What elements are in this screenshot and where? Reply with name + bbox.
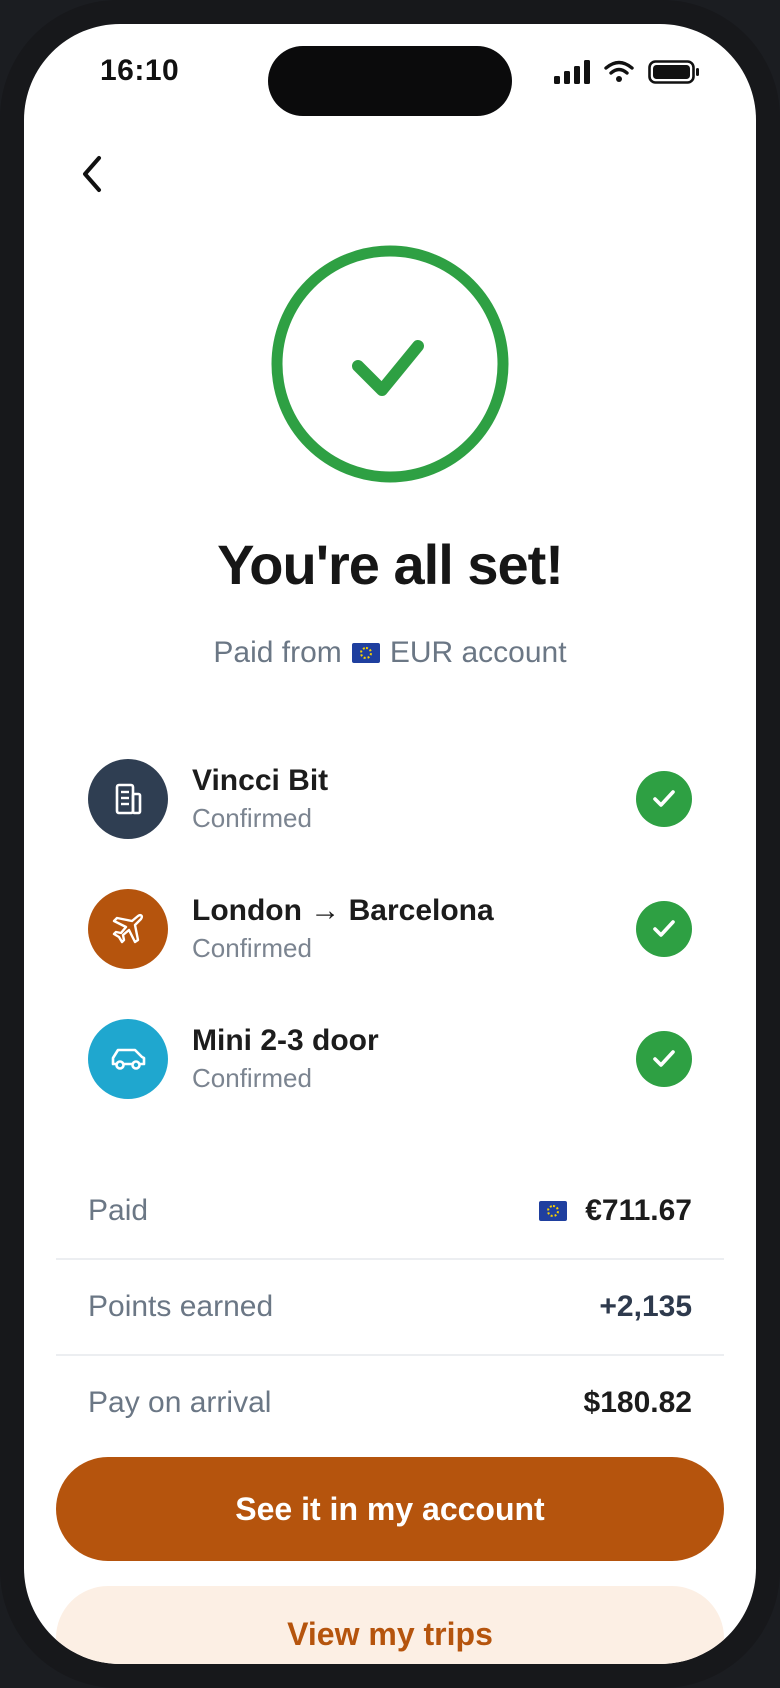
summary-row-arrival: Pay on arrival $180.82: [56, 1356, 724, 1450]
eu-flag-icon: [351, 643, 380, 663]
eu-flag-icon: [539, 1201, 568, 1221]
booking-status: Confirmed: [192, 933, 312, 963]
payment-source: Paid from EUR account: [24, 636, 756, 670]
arrival-label: Pay on arrival: [88, 1386, 272, 1419]
see-in-account-button[interactable]: See it in my account: [56, 1457, 724, 1561]
cellular-signal-icon: [554, 60, 590, 84]
points-value: +2,135: [599, 1290, 692, 1323]
points-label: Points earned: [88, 1290, 274, 1323]
arrival-value: $180.82: [583, 1386, 692, 1419]
status-icons: [554, 60, 700, 84]
dynamic-island: [268, 46, 512, 116]
chevron-left-icon: [83, 156, 101, 192]
booking-item-hotel[interactable]: Vincci Bit Confirmed: [88, 734, 692, 864]
booking-status: Confirmed: [192, 1063, 312, 1093]
booking-name: Mini 2-3 door: [192, 1024, 379, 1057]
view-trips-button[interactable]: View my trips: [56, 1586, 724, 1664]
success-check-icon: [270, 244, 510, 484]
booking-item-car[interactable]: Mini 2-3 door Confirmed: [88, 994, 692, 1124]
battery-icon: [648, 60, 699, 84]
page-title: You're all set!: [217, 533, 564, 596]
screen: 16:10 You're all set! Paid from EUR acco…: [24, 24, 756, 1664]
status-time: 16:10: [100, 54, 180, 87]
booking-name: Vincci Bit: [192, 764, 329, 797]
summary-row-points: Points earned +2,135: [56, 1260, 724, 1356]
phone-frame: 16:10 You're all set! Paid from EUR acco…: [0, 0, 780, 1688]
booking-name: London → Barcelona: [192, 894, 494, 927]
confirmed-check-icon: [636, 1031, 692, 1087]
summary-row-paid: Paid €711.67: [56, 1164, 724, 1260]
paid-value: €711.67: [539, 1194, 692, 1228]
paid-amount: €711.67: [585, 1194, 692, 1227]
airplane-icon: [88, 889, 168, 969]
wifi-icon: [604, 60, 634, 82]
booking-list: Vincci Bit Confirmed London → Barcelona …: [88, 734, 692, 1124]
paid-label: Paid: [88, 1194, 149, 1227]
booking-status: Confirmed: [192, 803, 312, 833]
payment-source-account: EUR account: [389, 636, 567, 669]
car-icon: [88, 1019, 168, 1099]
payment-summary: Paid €711.67 Points earned +2,135 Pay on…: [56, 1164, 724, 1450]
booking-item-flight[interactable]: London → Barcelona Confirmed: [88, 864, 692, 994]
hotel-building-icon: [88, 759, 168, 839]
confirmed-check-icon: [636, 771, 692, 827]
confirmed-check-icon: [636, 901, 692, 957]
payment-source-prefix: Paid from: [213, 636, 342, 669]
back-button[interactable]: [68, 150, 116, 198]
